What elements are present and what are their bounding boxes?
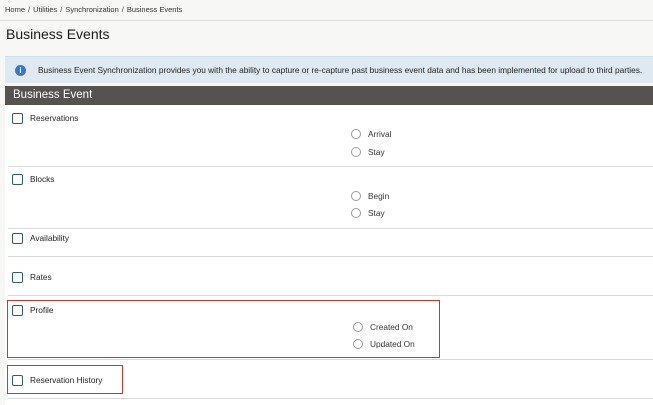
begin-label: Begin bbox=[368, 191, 390, 201]
breadcrumb-current: Business Events bbox=[126, 5, 183, 14]
rates-label: Rates bbox=[30, 272, 52, 282]
begin-radio[interactable] bbox=[351, 191, 361, 201]
section-title: Business Event bbox=[13, 89, 93, 101]
section-header: Business Event bbox=[5, 86, 653, 105]
breadcrumb: Home / Utilities / Synchronization / Business … bbox=[5, 5, 183, 14]
row-divider bbox=[8, 228, 653, 229]
row-divider bbox=[8, 359, 653, 360]
availability-row[interactable]: Availability bbox=[12, 232, 69, 244]
row-divider bbox=[8, 398, 653, 399]
stay-radio[interactable] bbox=[351, 147, 361, 157]
profile-highlight-box bbox=[7, 300, 440, 358]
blocks-stay-label: Stay bbox=[368, 208, 385, 218]
availability-checkbox[interactable] bbox=[12, 232, 23, 244]
blocks-option-begin[interactable]: Begin bbox=[351, 190, 389, 202]
blocks-option-stay[interactable]: Stay bbox=[351, 207, 385, 219]
info-message: Business Event Synchronization provides … bbox=[38, 65, 643, 75]
rates-row[interactable]: Rates bbox=[12, 271, 52, 283]
business-event-panel bbox=[5, 105, 653, 405]
reservations-label: Reservations bbox=[30, 113, 79, 123]
info-icon: i bbox=[15, 65, 26, 76]
blocks-checkbox[interactable] bbox=[12, 173, 23, 185]
breadcrumb-utilities[interactable]: Utilities bbox=[33, 5, 57, 14]
row-divider bbox=[8, 166, 653, 167]
row-divider bbox=[8, 295, 653, 296]
breadcrumb-home[interactable]: Home bbox=[5, 5, 25, 14]
reservations-option-arrival[interactable]: Arrival bbox=[351, 128, 392, 140]
blocks-stay-radio[interactable] bbox=[351, 208, 361, 218]
stay-label: Stay bbox=[368, 147, 385, 157]
reservations-option-stay[interactable]: Stay bbox=[351, 146, 385, 158]
header-divider bbox=[0, 20, 653, 21]
arrival-radio[interactable] bbox=[351, 129, 361, 139]
rates-checkbox[interactable] bbox=[12, 271, 23, 283]
reservations-row[interactable]: Reservations bbox=[12, 112, 78, 124]
breadcrumb-synchronization[interactable]: Synchronization bbox=[65, 5, 118, 14]
blocks-label: Blocks bbox=[30, 174, 55, 184]
availability-label: Availability bbox=[30, 233, 70, 243]
reservations-checkbox[interactable] bbox=[12, 112, 23, 124]
page-title: Business Events bbox=[6, 26, 110, 42]
arrival-label: Arrival bbox=[368, 129, 392, 139]
reservation-history-highlight-box bbox=[7, 365, 123, 394]
row-divider bbox=[8, 256, 653, 257]
info-banner: i Business Event Synchronization provide… bbox=[5, 56, 653, 83]
blocks-row[interactable]: Blocks bbox=[12, 173, 54, 185]
